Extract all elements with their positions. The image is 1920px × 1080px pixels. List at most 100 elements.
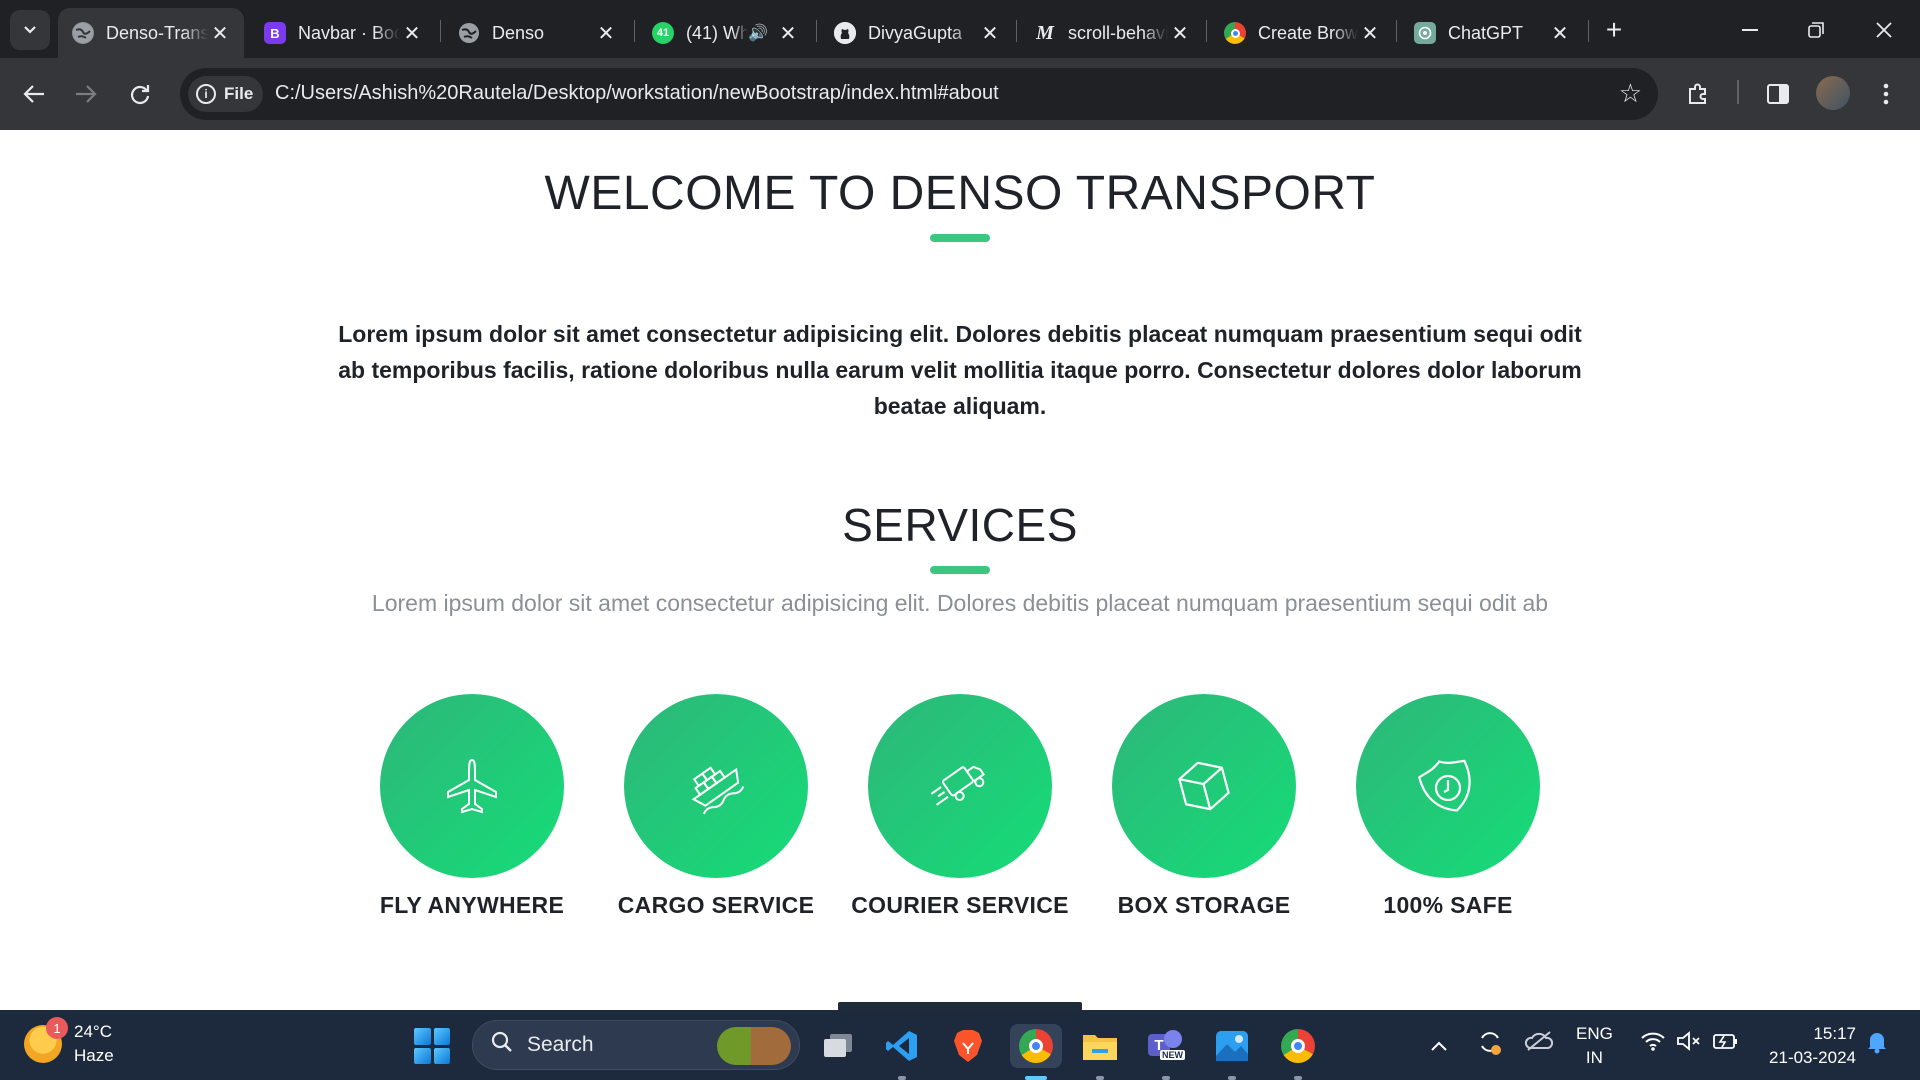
new-tab-button[interactable]: + (1598, 14, 1630, 46)
side-panel-icon (1767, 84, 1789, 104)
volume-muted-icon[interactable] (1676, 1030, 1702, 1058)
tab-github[interactable]: DivyaGupta ✕ (820, 8, 1014, 58)
photos-icon (1216, 1031, 1248, 1061)
close-tab-icon[interactable]: ✕ (978, 21, 1002, 45)
close-window-button[interactable] (1864, 12, 1904, 48)
forward-button[interactable] (66, 74, 106, 114)
service-icon-circle (624, 694, 808, 878)
tab-create-browser[interactable]: Create Browser ✕ (1210, 8, 1394, 58)
wifi-icon[interactable] (1640, 1030, 1666, 1058)
tab-chatgpt[interactable]: ChatGPT ✕ (1400, 8, 1584, 58)
chrome-button[interactable] (1010, 1024, 1062, 1068)
active-app-indicator (1025, 1076, 1047, 1080)
url-text[interactable]: C:/Users/Ashish%20Rautela/Desktop/workst… (275, 82, 999, 105)
notification-badge: 1 (46, 1017, 68, 1039)
tab-divider (1016, 20, 1017, 42)
service-icon-circle (1112, 694, 1296, 878)
intro-paragraph: Lorem ipsum dolor sit amet consectetur a… (338, 321, 1582, 419)
close-tab-icon[interactable]: ✕ (1168, 21, 1192, 45)
task-view-icon (824, 1034, 852, 1057)
tab-divider (634, 20, 635, 42)
photos-button[interactable] (1210, 1024, 1254, 1068)
site-info-chip[interactable]: i File (188, 76, 264, 112)
sync-icon[interactable] (1476, 1028, 1504, 1062)
onedrive-icon[interactable] (1524, 1030, 1554, 1058)
speaker-icon[interactable]: 🔊 (748, 23, 768, 43)
tab-whatsapp[interactable]: 41 (41) WhatsApp 🔊 ✕ (638, 8, 812, 58)
globe-icon (458, 22, 480, 44)
running-indicator (1096, 1076, 1104, 1080)
tab-divider (1588, 20, 1589, 42)
tab-divider (1206, 20, 1207, 42)
tab-denso[interactable]: Denso ✕ (444, 8, 630, 58)
tab-scroll-behavior[interactable]: M scroll-behavior ✕ (1020, 8, 1204, 58)
taskbar-search[interactable]: Search (472, 1020, 800, 1070)
service-label: FLY ANYWHERE (379, 892, 565, 918)
close-tab-icon[interactable]: ✕ (594, 21, 618, 45)
whatsapp-icon: 41 (652, 22, 674, 44)
extensions-button[interactable] (1678, 74, 1718, 114)
show-hidden-icons-button[interactable] (1430, 1032, 1448, 1058)
running-indicator (1162, 1076, 1170, 1080)
search-icon (491, 1031, 513, 1059)
profile-avatar[interactable] (1816, 76, 1850, 110)
close-tab-icon[interactable]: ✕ (1358, 21, 1382, 45)
service-label: CARGO SERVICE (617, 892, 815, 918)
tab-title: Create Browser (1258, 22, 1358, 43)
tab-navbar-bootstrap[interactable]: B Navbar · Bootstrap ✕ (250, 8, 436, 58)
file-explorer-button[interactable] (1078, 1024, 1122, 1068)
arrow-right-icon (76, 85, 97, 103)
vscode-button[interactable] (880, 1024, 924, 1068)
weather-temp: 24°C (74, 1022, 112, 1041)
weather-widget[interactable]: 1 24°C Haze (24, 1017, 114, 1068)
tab-title: (41) WhatsApp (686, 22, 749, 43)
side-panel-button[interactable] (1758, 74, 1798, 114)
restore-button[interactable] (1796, 12, 1836, 48)
clock[interactable]: 15:17 21-03-2024 (1756, 1022, 1856, 1070)
chevron-down-icon (24, 26, 36, 34)
tab-denso-transport[interactable]: Denso-Transport ✕ (58, 8, 244, 58)
tab-divider (440, 20, 441, 42)
close-tab-icon[interactable]: ✕ (400, 21, 424, 45)
back-button[interactable] (14, 74, 54, 114)
windows-taskbar: 1 24°C Haze Search T NEW ENG IN 15:17 21… (0, 1010, 1920, 1080)
chevron-up-icon (1431, 1041, 1447, 1051)
start-button[interactable] (414, 1028, 450, 1064)
service-safe: 100% SAFE (1326, 694, 1570, 919)
tab-strip: Denso-Transport ✕ B Navbar · Bootstrap ✕… (0, 0, 1920, 58)
menu-button[interactable] (1866, 74, 1906, 114)
close-tab-icon[interactable]: ✕ (1548, 21, 1572, 45)
brave-button[interactable] (946, 1024, 990, 1068)
bootstrap-icon: B (264, 22, 286, 44)
input-language-indicator[interactable]: ENG IN (1576, 1022, 1613, 1070)
notification-bell-icon[interactable] (1866, 1030, 1888, 1060)
tab-search-button[interactable] (10, 10, 50, 50)
courier-icon (930, 765, 985, 806)
safe-shield-icon (1418, 759, 1471, 812)
close-tab-icon[interactable]: ✕ (776, 21, 800, 45)
tab-title: Navbar · Bootstrap (298, 22, 400, 43)
running-indicator (898, 1076, 906, 1080)
clock-time: 15:17 (1813, 1024, 1856, 1043)
puzzle-icon (1689, 83, 1706, 104)
battery-icon[interactable] (1712, 1030, 1740, 1058)
chrome-profile-button[interactable] (1276, 1024, 1320, 1068)
minimize-button[interactable] (1730, 12, 1770, 48)
search-highlight-image (717, 1027, 791, 1065)
page-bottom-bar (838, 1002, 1082, 1010)
address-bar[interactable]: i File C:/Users/Ashish%20Rautela/Desktop… (180, 68, 1658, 120)
task-view-button[interactable] (816, 1024, 860, 1068)
teams-button[interactable]: T NEW (1144, 1024, 1188, 1068)
service-icon-circle (380, 694, 564, 878)
bookmark-star-icon[interactable]: ☆ (1619, 78, 1642, 109)
service-icon-circle (868, 694, 1052, 878)
github-icon (834, 22, 856, 44)
close-tab-icon[interactable]: ✕ (208, 21, 232, 45)
toolbar-divider (1737, 80, 1739, 104)
reload-button[interactable] (120, 74, 160, 114)
running-indicator (1228, 1076, 1236, 1080)
chrome-icon (1281, 1029, 1315, 1063)
globe-icon (72, 22, 94, 44)
tab-divider (816, 20, 817, 42)
minimize-icon (1742, 29, 1758, 31)
